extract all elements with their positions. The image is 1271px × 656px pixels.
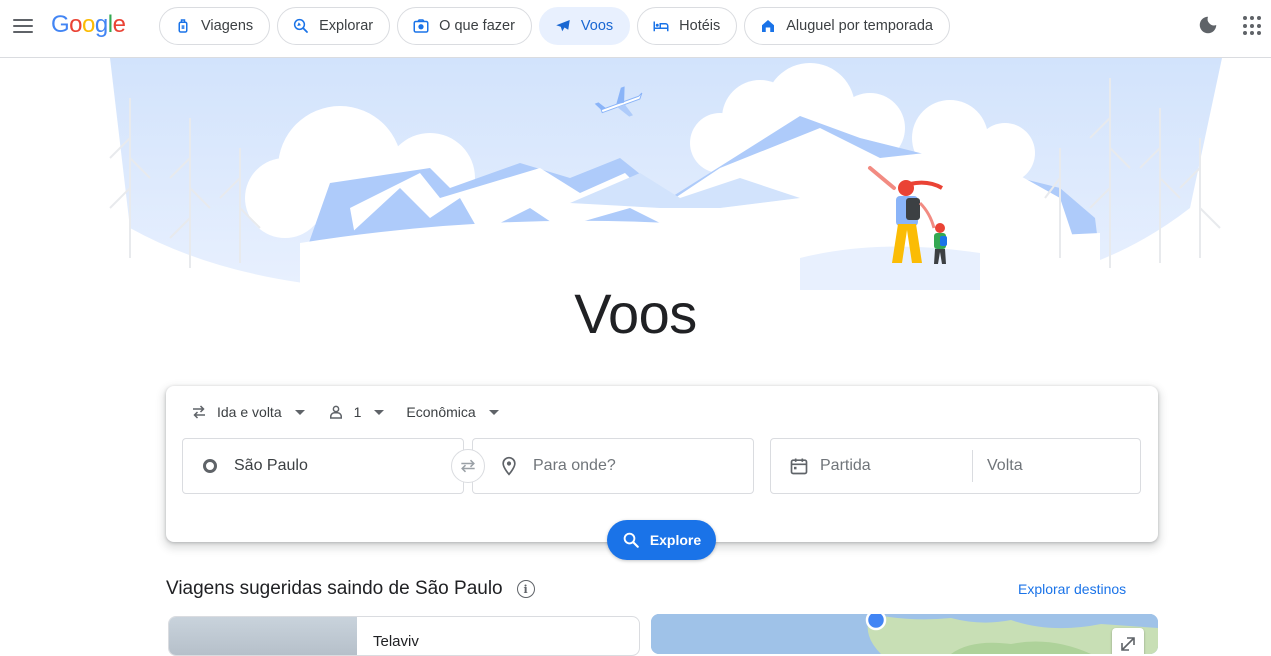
passengers-select[interactable]: 1 (327, 403, 385, 421)
cabin-class-select[interactable]: Econômica (406, 404, 499, 420)
luggage-icon (178, 19, 188, 33)
main-menu-icon[interactable] (10, 13, 36, 39)
tab-voos[interactable]: Voos (538, 7, 631, 45)
tab-label: O que fazer (439, 18, 515, 34)
chevron-down-icon (294, 409, 305, 415)
tab-label: Hotéis (679, 18, 721, 34)
tab-label: Explorar (319, 18, 374, 34)
destinations-map[interactable] (651, 614, 1158, 654)
departure-date-field[interactable]: Partida (789, 456, 972, 476)
info-icon[interactable]: i (516, 580, 535, 598)
destination-card[interactable]: Telaviv (168, 616, 640, 656)
calendar-icon (790, 458, 808, 475)
plane-icon (556, 20, 570, 32)
logo-letter: e (112, 11, 126, 38)
cabin-class-value: Econômica (406, 404, 476, 420)
tab-o-que-fazer[interactable]: O que fazer (397, 7, 532, 45)
destination-input[interactable]: Para onde? (472, 438, 754, 494)
date-divider (972, 450, 973, 482)
person-icon (329, 405, 342, 419)
dark-mode-icon[interactable] (1197, 14, 1219, 36)
search-options: Ida e volta 1 Econômica (190, 402, 521, 422)
logo-letter: G (51, 11, 70, 38)
origin-circle-icon (203, 459, 217, 473)
dates-input[interactable]: Partida Volta (770, 438, 1141, 494)
camera-icon (413, 19, 429, 33)
tab-label: Voos (580, 18, 614, 34)
trip-type-select[interactable]: Ida e volta (190, 403, 305, 421)
tab-hoteis[interactable]: Hotéis (637, 7, 738, 45)
logo-letter: g (94, 11, 108, 38)
tab-aluguel-por-temporada[interactable]: Aluguel por temporada (744, 7, 950, 45)
bed-icon (653, 21, 669, 32)
flight-search-card: Ida e volta 1 Econômica São Paulo Para o… (166, 386, 1158, 542)
house-icon (762, 20, 775, 32)
destination-name: Telaviv (373, 633, 419, 650)
destination-image (169, 617, 357, 655)
tab-label: Viagens (201, 18, 254, 34)
chevron-down-icon (374, 409, 385, 415)
passengers-value: 1 (353, 404, 362, 420)
return-placeholder: Volta (987, 457, 1023, 474)
explore-button-label: Explore (649, 532, 702, 548)
map-graphic (651, 614, 1158, 654)
return-date-field[interactable]: Volta (987, 457, 1023, 475)
expand-map-icon[interactable] (1112, 628, 1144, 654)
explore-button[interactable]: Explore (607, 520, 716, 560)
google-logo[interactable]: Google (51, 11, 126, 39)
trip-type-value: Ida e volta (217, 404, 282, 420)
explore-destinations-link[interactable]: Explorar destinos (1018, 581, 1126, 597)
suggested-trips-title: Viagens sugeridas saindo de São Paulo (166, 578, 503, 599)
chevron-down-icon (488, 409, 499, 415)
swap-origin-destination-button[interactable] (451, 449, 485, 483)
destination-placeholder: Para onde? (533, 457, 616, 474)
search-icon (623, 532, 639, 548)
logo-letter: o (69, 11, 83, 38)
tab-label: Aluguel por temporada (786, 18, 933, 34)
swap-arrows-icon (193, 405, 205, 419)
origin-input[interactable]: São Paulo (182, 438, 464, 494)
page-title: Voos (574, 282, 697, 345)
logo-letter: o (82, 11, 95, 38)
departure-placeholder: Partida (820, 457, 871, 474)
explore-icon (294, 18, 309, 33)
top-bar: Google Viagens Explorar O que fazer Voos… (0, 0, 1271, 58)
location-pin-icon (502, 456, 516, 476)
tab-viagens[interactable]: Viagens (159, 7, 271, 45)
swap-icon (461, 459, 475, 473)
tab-explorar[interactable]: Explorar (277, 7, 391, 45)
origin-value: São Paulo (234, 457, 308, 474)
suggested-trips-heading: Viagens sugeridas saindo de São Paulo i (166, 578, 535, 600)
hero-illustration (100, 58, 1232, 290)
google-apps-icon[interactable] (1243, 16, 1263, 36)
travel-tabs: Viagens Explorar O que fazer Voos Hotéis… (159, 7, 950, 45)
